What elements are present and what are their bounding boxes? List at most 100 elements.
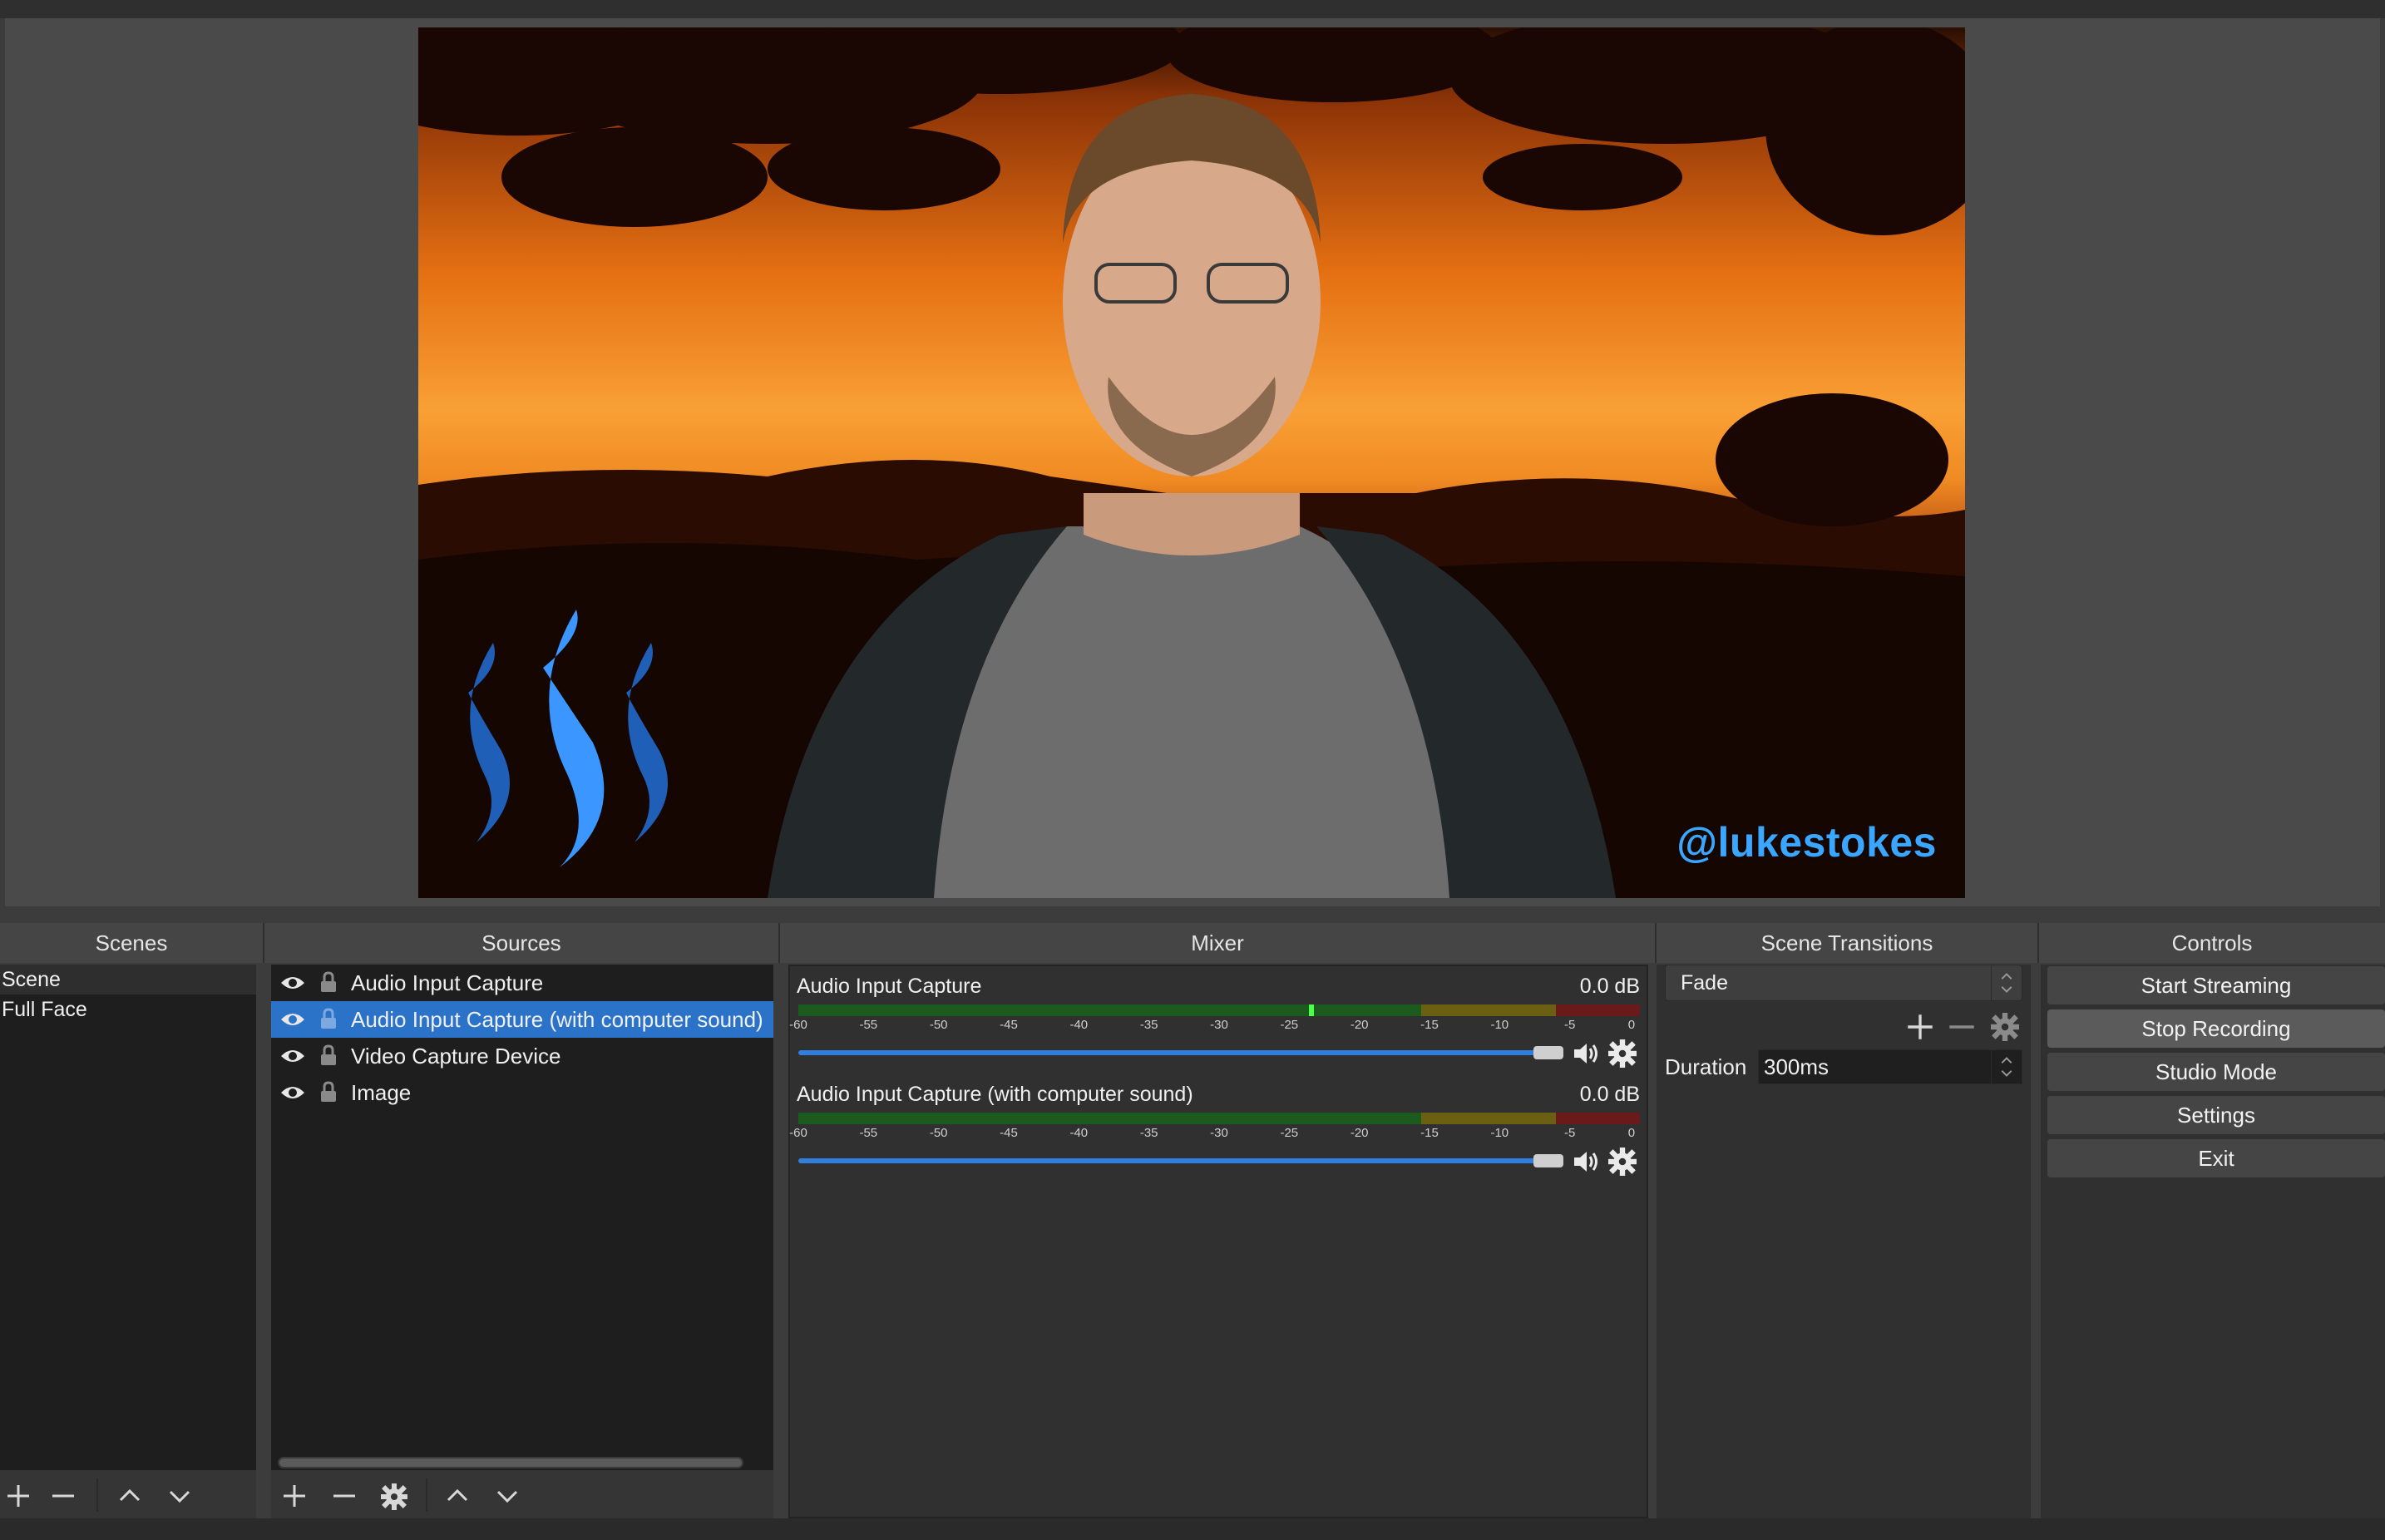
mixer-channel-name: Audio Input Capture (with computer sound… <box>797 1083 1193 1106</box>
scale-tick: -45 <box>1000 1126 1018 1140</box>
controls-header: Controls <box>2039 923 2385 963</box>
volume-fader-track[interactable] <box>798 1050 1560 1055</box>
lock-icon[interactable] <box>319 1008 338 1029</box>
gear-icon <box>381 1483 407 1510</box>
scenes-list: Scene Full Face <box>0 965 256 1473</box>
scenes-header: Scenes <box>0 923 264 963</box>
gear-icon[interactable] <box>1608 1148 1637 1176</box>
scale-tick: 0 <box>1627 1018 1636 1032</box>
lock-icon[interactable] <box>319 971 338 993</box>
gear-icon[interactable] <box>1991 1013 2019 1041</box>
chevron-down-icon <box>169 1490 190 1503</box>
scale-tick: -10 <box>1490 1126 1509 1140</box>
chevron-up-icon <box>119 1488 141 1502</box>
move-scene-up-button[interactable] <box>111 1477 148 1513</box>
remove-scene-button[interactable] <box>45 1477 81 1513</box>
scale-tick: -40 <box>1069 1126 1089 1140</box>
volume-fader-handle[interactable] <box>1533 1154 1563 1167</box>
scale-tick: -50 <box>929 1126 948 1140</box>
mixer-channel-level: 0.0 dB <box>1579 975 1640 998</box>
scale-tick: -25 <box>1280 1126 1299 1140</box>
scale-tick: -10 <box>1490 1018 1509 1032</box>
scrollbar-thumb[interactable] <box>279 1459 742 1467</box>
watermark-text: @lukestokes <box>1676 819 1937 866</box>
meter-scale: -60 -55 -50 -45 -40 -35 -30 -25 -20 -15 … <box>789 1124 1640 1143</box>
volume-meter <box>798 1004 1640 1016</box>
toolbar-separator <box>96 1478 98 1512</box>
scale-tick: -35 <box>1139 1018 1158 1032</box>
plus-icon[interactable] <box>1906 1013 1934 1041</box>
source-name: Audio Input Capture (with computer sound… <box>351 1007 763 1032</box>
eye-icon[interactable] <box>279 1046 306 1066</box>
scale-tick: -15 <box>1420 1018 1439 1032</box>
updown-arrows-icon <box>1991 965 2012 1000</box>
move-source-up-button[interactable] <box>439 1477 476 1513</box>
plus-icon <box>284 1485 305 1507</box>
mixer-header: Mixer <box>780 923 1657 963</box>
window-top-bar <box>0 0 2385 18</box>
remove-source-button[interactable] <box>326 1477 363 1513</box>
minus-icon[interactable] <box>1948 1013 1976 1041</box>
duration-label: Duration <box>1665 1054 1747 1079</box>
stop-recording-button[interactable]: Stop Recording <box>2047 1009 2385 1048</box>
lock-icon[interactable] <box>319 1081 338 1103</box>
scale-tick: -35 <box>1139 1126 1158 1140</box>
source-name: Audio Input Capture <box>351 970 544 995</box>
add-scene-button[interactable] <box>0 1477 37 1513</box>
source-item[interactable]: Audio Input Capture <box>271 965 773 1001</box>
minus-icon <box>52 1494 74 1498</box>
eye-icon[interactable] <box>279 973 306 993</box>
eye-icon[interactable] <box>279 1009 306 1029</box>
preview-canvas[interactable]: @lukestokes <box>418 27 1965 898</box>
transitions-panel: Fade Duration 300ms <box>1657 965 2031 1518</box>
speaker-icon[interactable] <box>1572 1039 1600 1068</box>
source-item[interactable]: Video Capture Device <box>271 1038 773 1074</box>
updown-arrows-icon[interactable] <box>1991 1050 2022 1083</box>
move-scene-down-button[interactable] <box>161 1477 198 1513</box>
scale-tick: -20 <box>1350 1126 1369 1140</box>
source-item-selected[interactable]: Audio Input Capture (with computer sound… <box>271 1001 773 1038</box>
start-streaming-button[interactable]: Start Streaming <box>2047 966 2385 1004</box>
lock-icon[interactable] <box>319 1044 338 1066</box>
settings-button[interactable]: Settings <box>2047 1096 2385 1134</box>
volume-fader-track[interactable] <box>798 1158 1560 1163</box>
meter-scale: -60 -55 -50 -45 -40 -35 -30 -25 -20 -15 … <box>789 1016 1640 1034</box>
scenes-toolbar <box>0 1470 256 1520</box>
studio-mode-button[interactable]: Studio Mode <box>2047 1053 2385 1091</box>
scale-tick: -60 <box>789 1018 807 1032</box>
transitions-header: Scene Transitions <box>1657 923 2039 963</box>
scale-tick: -30 <box>1210 1126 1228 1140</box>
scale-tick: -5 <box>1564 1126 1576 1140</box>
source-properties-button[interactable] <box>376 1477 412 1513</box>
scale-tick: -60 <box>789 1126 807 1140</box>
volume-fader-handle[interactable] <box>1533 1046 1563 1059</box>
sources-list: Audio Input Capture Audio Input Capture … <box>271 965 773 1473</box>
volume-meter <box>798 1113 1640 1124</box>
scale-tick: -5 <box>1564 1018 1576 1032</box>
speaker-icon[interactable] <box>1572 1148 1600 1176</box>
scale-tick: -40 <box>1069 1018 1089 1032</box>
gear-icon[interactable] <box>1608 1039 1637 1068</box>
duration-spinbox[interactable]: 300ms <box>1758 1049 2022 1084</box>
mixer-channel-name: Audio Input Capture <box>797 975 982 998</box>
sources-header: Sources <box>264 923 780 963</box>
eye-icon[interactable] <box>279 1083 306 1103</box>
chevron-up-icon <box>447 1488 468 1502</box>
minus-icon <box>333 1494 355 1498</box>
transition-select-value: Fade <box>1681 971 1728 995</box>
exit-button[interactable]: Exit <box>2047 1139 2385 1177</box>
scene-item[interactable]: Scene <box>0 965 256 995</box>
sources-toolbar <box>271 1470 773 1520</box>
chevron-down-icon <box>496 1490 518 1503</box>
duration-value: 300ms <box>1764 1054 1829 1079</box>
scale-tick: 0 <box>1627 1126 1636 1140</box>
move-source-down-button[interactable] <box>489 1477 526 1513</box>
toolbar-separator <box>426 1478 427 1512</box>
add-source-button[interactable] <box>276 1477 313 1513</box>
mixer-channel-level: 0.0 dB <box>1579 1083 1640 1106</box>
plus-icon <box>7 1485 29 1507</box>
scene-item[interactable]: Full Face <box>0 995 256 1024</box>
transition-select[interactable]: Fade <box>1665 965 2022 1001</box>
scale-tick: -20 <box>1350 1018 1369 1032</box>
source-item[interactable]: Image <box>271 1074 773 1111</box>
